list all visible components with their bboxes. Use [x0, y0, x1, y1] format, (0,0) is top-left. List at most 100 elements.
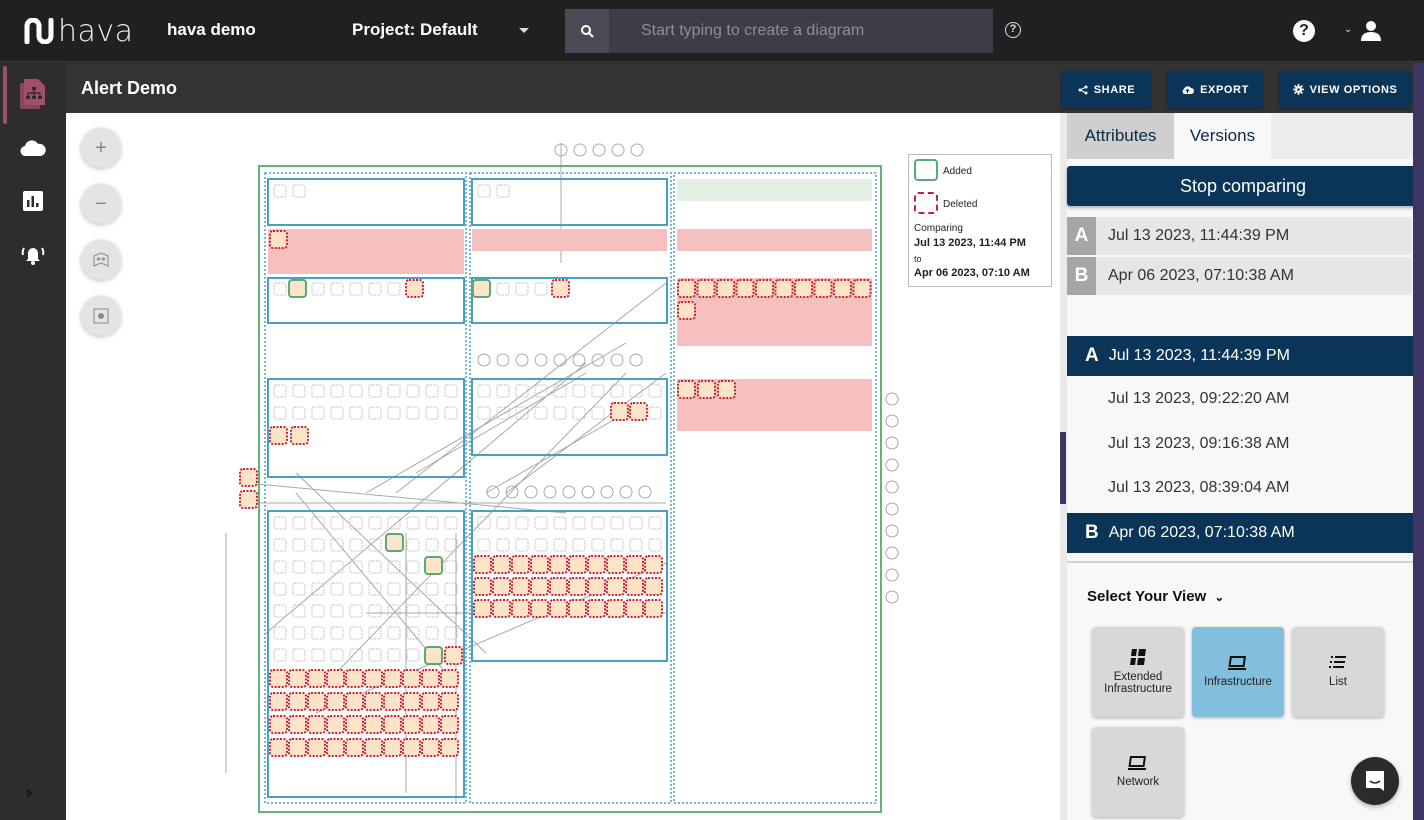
grid-icon [1130, 649, 1146, 665]
deleted-resource [269, 230, 288, 249]
view-infrastructure[interactable]: Infrastructure [1192, 627, 1284, 717]
select-view-heading[interactable]: Select Your View ⌄ [1087, 588, 1224, 605]
deleted-resource [405, 279, 424, 298]
deleted-resource [587, 577, 606, 596]
comparison-b[interactable]: B Apr 06 2023, 07:10:38 AM [1067, 257, 1412, 295]
caret-down-icon[interactable] [519, 28, 529, 33]
view-list[interactable]: List [1292, 627, 1384, 717]
deleted-resource [511, 577, 530, 596]
help-icon[interactable]: ? [1293, 20, 1315, 42]
project-selector[interactable]: Project: Default [352, 20, 478, 40]
panel-resize-handle[interactable] [1060, 432, 1066, 504]
subnet [471, 277, 668, 324]
resource [534, 282, 548, 296]
resource [387, 648, 401, 662]
deleted-resource [794, 279, 813, 298]
comparison-a[interactable]: A Jul 13 2023, 11:44:39 PM [1067, 217, 1412, 255]
gear-icon [1292, 84, 1304, 95]
chat-launcher-button[interactable] [1351, 757, 1399, 805]
deleted-resource [568, 577, 587, 596]
deleted-resource [290, 426, 309, 445]
comparison-a-date: Jul 13 2023, 11:44:39 PM [1108, 227, 1290, 244]
resource [330, 516, 344, 530]
deleted-resource [444, 646, 463, 665]
diagram-canvas[interactable]: + − Added Deleted Comparing Jul 13 2023,… [66, 113, 1060, 820]
version-item[interactable]: Jul 13 2023, 09:16:38 AM [1067, 424, 1413, 464]
search-button[interactable] [565, 9, 609, 53]
deleted-resource [530, 599, 549, 618]
resource [368, 384, 382, 398]
comparison-b-date: Apr 06 2023, 07:10:38 AM [1108, 267, 1294, 284]
nav-item-reports[interactable] [0, 175, 66, 227]
resource [387, 560, 401, 574]
resource [406, 406, 420, 420]
external-node [885, 414, 899, 428]
hava-logo[interactable]: hava [24, 14, 134, 49]
nav-item-diagrams[interactable] [0, 68, 66, 120]
nav-item-alerts[interactable] [0, 228, 66, 280]
deleted-resource [440, 692, 459, 711]
stop-comparing-button[interactable]: Stop comparing [1067, 166, 1419, 206]
deleted-resource [606, 555, 625, 574]
deleted-resource [345, 669, 364, 688]
resource [349, 604, 363, 618]
version-item[interactable]: Jul 13 2023, 09:22:20 AM [1067, 379, 1413, 419]
deleted-resource [677, 380, 696, 399]
deleted-resource [625, 577, 644, 596]
search-input[interactable] [609, 9, 993, 53]
resource [273, 184, 287, 198]
share-button[interactable]: SHARE [1062, 71, 1151, 108]
deleted-resource [511, 599, 530, 618]
added-resource [424, 556, 443, 575]
resource [477, 184, 491, 198]
deleted-resource [421, 738, 440, 757]
deleted-resource [511, 555, 530, 574]
resource [406, 648, 420, 662]
left-nav [0, 63, 66, 820]
gateway-node [591, 353, 605, 367]
version-item[interactable]: A Jul 13 2023, 11:44:39 PM [1067, 336, 1413, 376]
org-name[interactable]: hava demo [167, 20, 256, 40]
deleted-resource [383, 738, 402, 757]
resource [572, 538, 586, 552]
top-bar: hava hava demo Project: Default ? ? ⌄ [0, 0, 1424, 62]
gateway-node [562, 485, 576, 499]
search-help-icon[interactable]: ? [1005, 22, 1021, 38]
deleted-resource [716, 279, 735, 298]
resource [425, 406, 439, 420]
tab-versions[interactable]: Versions [1174, 113, 1271, 159]
nav-item-cloud[interactable] [0, 122, 66, 174]
resource [349, 648, 363, 662]
resource [444, 406, 458, 420]
resource [496, 384, 510, 398]
version-item[interactable]: B Apr 06 2023, 07:10:38 AM [1067, 513, 1413, 553]
external-node [885, 480, 899, 494]
export-button[interactable]: EXPORT [1167, 71, 1263, 108]
deleted-resource [549, 577, 568, 596]
deleted-resource [549, 555, 568, 574]
tab-attributes[interactable]: Attributes [1067, 113, 1174, 159]
view-network[interactable]: Network [1092, 727, 1184, 817]
user-icon[interactable] [1360, 20, 1382, 42]
resource [311, 384, 325, 398]
resource [311, 538, 325, 552]
subnet [677, 179, 872, 201]
deleted-resource [587, 599, 606, 618]
deleted-resource [345, 738, 364, 757]
deleted-resource [288, 715, 307, 734]
chevron-down-icon[interactable]: ⌄ [1344, 24, 1352, 35]
expand-nav-icon[interactable] [27, 788, 33, 798]
added-swatch [914, 159, 938, 181]
view-extended-infrastructure[interactable]: Extended Infrastructure [1092, 627, 1184, 717]
deleted-resource [492, 577, 511, 596]
resource [515, 516, 529, 530]
resource [444, 626, 458, 640]
view-options-button[interactable]: VIEW OPTIONS [1279, 71, 1411, 108]
resource [292, 406, 306, 420]
export-label: EXPORT [1200, 83, 1249, 96]
version-item[interactable]: Jul 13 2023, 08:39:04 AM [1067, 468, 1413, 508]
external-node [885, 392, 899, 406]
resource [553, 406, 567, 420]
resource [610, 538, 624, 552]
deleted-resource [307, 738, 326, 757]
